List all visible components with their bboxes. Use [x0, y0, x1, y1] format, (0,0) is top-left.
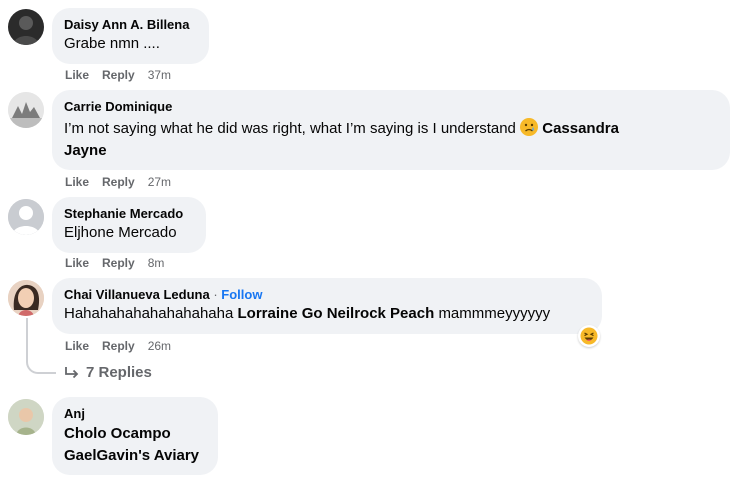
- comment-text: Grabe nmn ....: [64, 35, 160, 52]
- reply-button[interactable]: Reply: [102, 174, 135, 190]
- comment-author[interactable]: Chai Villanueva Leduna: [64, 287, 210, 302]
- laughing-reaction-icon[interactable]: [578, 325, 600, 347]
- profile-photo-icon: [8, 399, 44, 435]
- view-replies-button[interactable]: 7 Replies: [64, 364, 152, 381]
- avatar[interactable]: [8, 199, 44, 235]
- comment-bubble: Chai Villanueva Leduna · Follow Hahahaha…: [52, 278, 602, 334]
- avatar[interactable]: [8, 9, 44, 45]
- reply-button[interactable]: Reply: [102, 255, 135, 271]
- tagged-user-link[interactable]: Lorraine Go Neilrock Peach: [238, 305, 435, 322]
- profile-photo-icon: [8, 92, 44, 128]
- comment-actions: Like Reply 37m: [65, 67, 171, 83]
- comment-bubble: Carrie Dominique I’m not saying what he …: [52, 90, 730, 170]
- comment-text-body: Hahahahahahahahahaha: [64, 305, 234, 322]
- comment-author[interactable]: Daisy Ann A. Billena: [64, 16, 197, 33]
- tagged-user-link[interactable]: Cassandra: [542, 120, 619, 137]
- comment-text[interactable]: Eljhone Mercado: [64, 222, 194, 244]
- comment-actions: Like Reply 26m: [65, 338, 171, 354]
- comment-bubble: Anj Cholo Ocampo GaelGavin's Aviary: [52, 397, 218, 475]
- tagged-user-link[interactable]: Cholo Ocampo: [64, 425, 171, 442]
- replies-count-label: 7 Replies: [86, 364, 152, 381]
- comment-author[interactable]: Stephanie Mercado: [64, 205, 194, 222]
- separator-dot: ·: [213, 287, 218, 302]
- comment-text: Cholo Ocampo GaelGavin's Aviary: [64, 423, 206, 467]
- profile-photo-icon: [8, 280, 44, 316]
- profile-photo-icon: [8, 9, 44, 45]
- comment-actions: Like Reply 8m: [65, 255, 164, 271]
- avatar[interactable]: [8, 280, 44, 316]
- comment-timestamp[interactable]: 8m: [148, 255, 165, 271]
- like-button[interactable]: Like: [65, 255, 89, 271]
- comment-author[interactable]: Carrie Dominique: [64, 98, 718, 115]
- default-avatar-icon: [8, 199, 44, 235]
- comment-bubble: Daisy Ann A. Billena Grabe nmn ....: [52, 8, 209, 64]
- comment-text-body: I’m not saying what he did was right, wh…: [64, 120, 516, 137]
- comment-author-row: Chai Villanueva Leduna · Follow: [64, 286, 590, 303]
- reply-arrow-icon: [65, 366, 79, 378]
- reply-thread-line: [26, 318, 56, 374]
- comment-text: Hahahahahahahahahaha Lorraine Go Neilroc…: [64, 303, 590, 325]
- like-button[interactable]: Like: [65, 67, 89, 83]
- like-button[interactable]: Like: [65, 338, 89, 354]
- comment-timestamp[interactable]: 26m: [148, 338, 171, 354]
- comment-timestamp[interactable]: 37m: [148, 67, 171, 83]
- avatar[interactable]: [8, 399, 44, 435]
- comment-bubble: Stephanie Mercado Eljhone Mercado: [52, 197, 206, 253]
- comment-timestamp[interactable]: 27m: [148, 174, 171, 190]
- crying-face-icon: [520, 118, 539, 136]
- comment-text: I’m not saying what he did was right, wh…: [64, 118, 718, 162]
- like-button[interactable]: Like: [65, 174, 89, 190]
- reply-button[interactable]: Reply: [102, 67, 135, 83]
- comment-actions: Like Reply 27m: [65, 174, 171, 190]
- tagged-user-link-continued[interactable]: Jayne: [64, 142, 107, 159]
- tagged-page-link[interactable]: GaelGavin's Aviary: [64, 447, 199, 464]
- comment-text-body-end: mammmeyyyyyy: [438, 305, 551, 322]
- comment-author[interactable]: Anj: [64, 405, 206, 422]
- follow-button[interactable]: Follow: [221, 287, 262, 302]
- avatar[interactable]: [8, 92, 44, 128]
- reply-button[interactable]: Reply: [102, 338, 135, 354]
